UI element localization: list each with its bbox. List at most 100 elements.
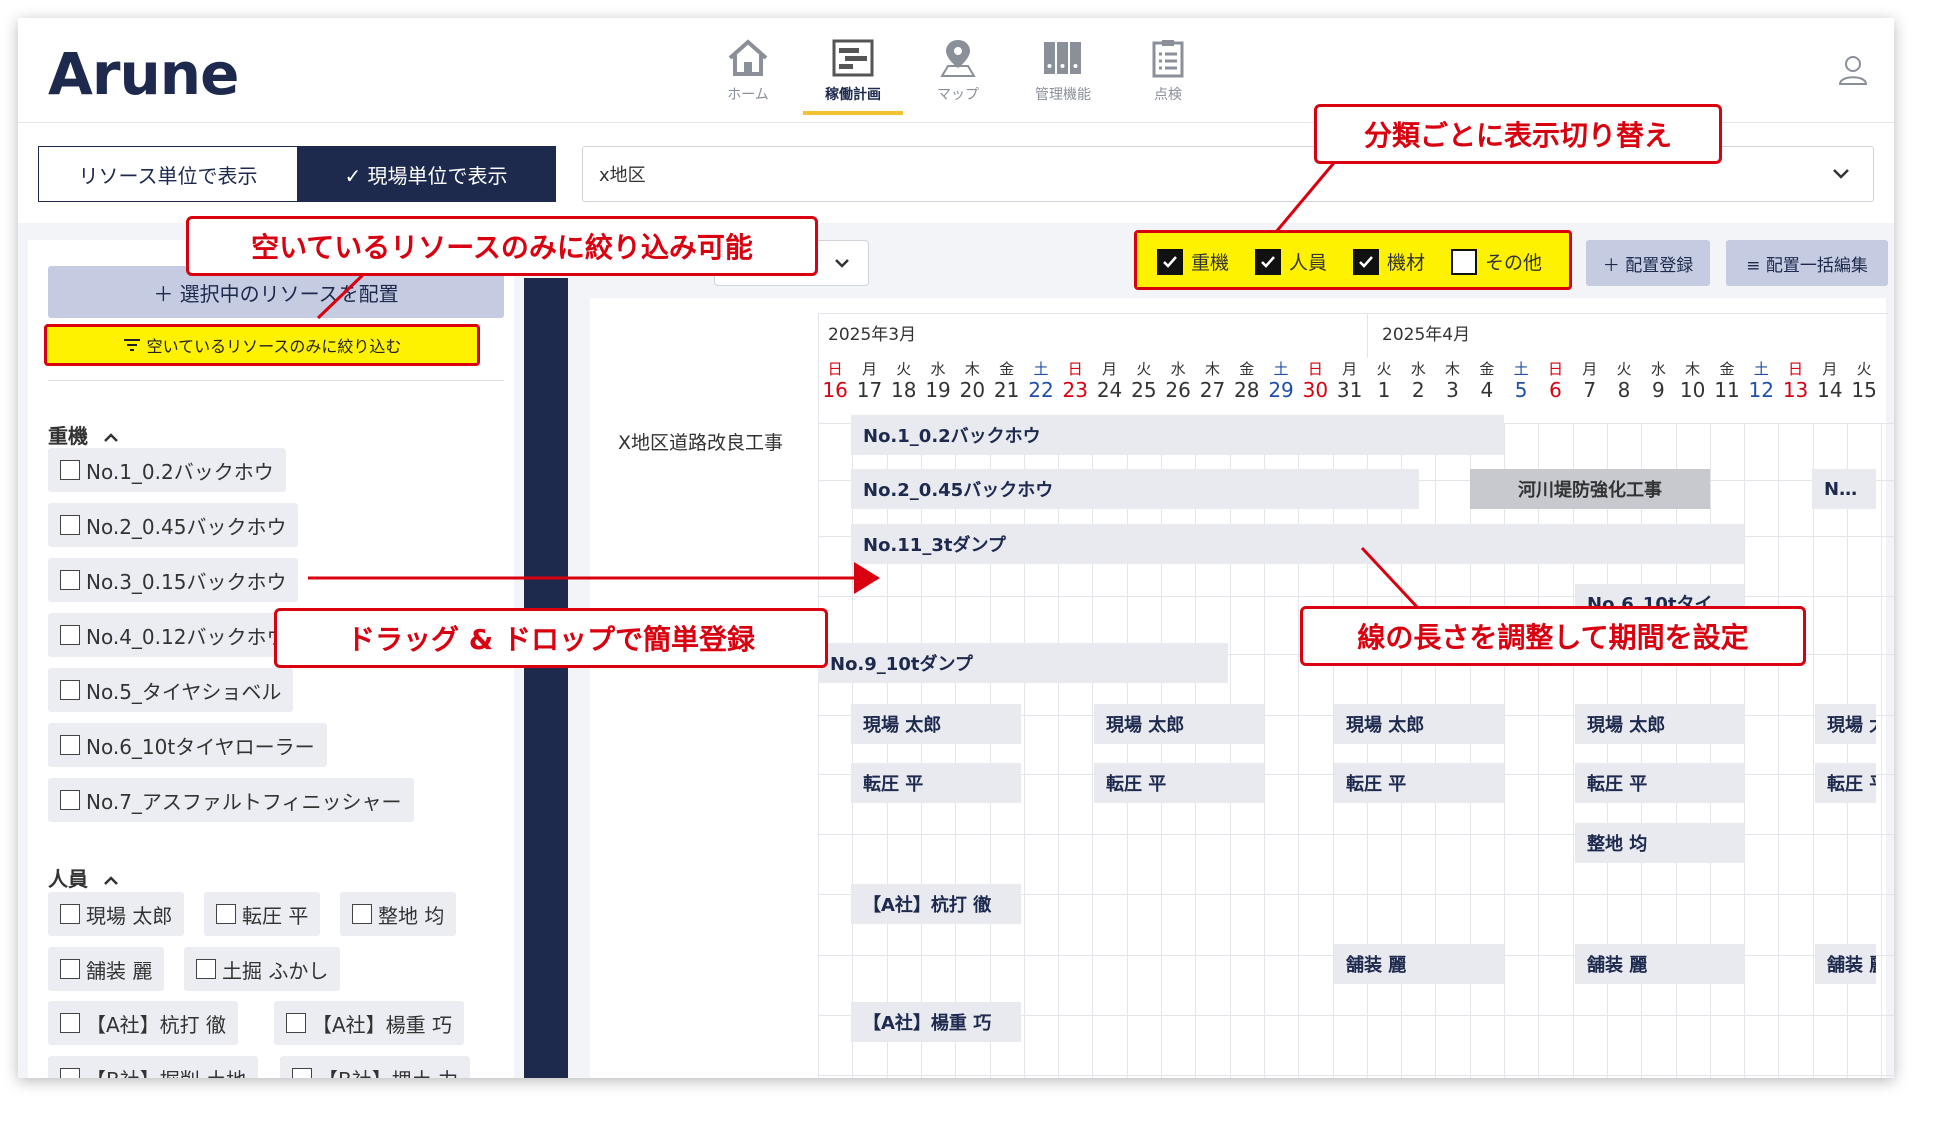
checkbox[interactable] — [60, 680, 80, 700]
day-header: 木3 — [1435, 358, 1469, 402]
person-item[interactable]: 【B社】掘削 土地 — [48, 1056, 259, 1078]
assignment-bar[interactable]: 整地 均 — [1575, 823, 1745, 863]
filter-available-button[interactable]: 空いているリソースのみに絞り込む — [44, 324, 480, 366]
nav-map[interactable]: マップ — [908, 38, 1008, 123]
nav-home[interactable]: ホーム — [698, 38, 798, 123]
day-header: 水 19 — [921, 358, 955, 402]
checkbox[interactable] — [60, 904, 80, 924]
checkbox[interactable] — [60, 1013, 80, 1033]
assignment-bar[interactable]: 転圧 平 — [1094, 763, 1264, 803]
filter-equipment[interactable]: 機材 — [1353, 248, 1425, 275]
checkbox[interactable] — [60, 1068, 80, 1078]
panel-scroll-divider[interactable] — [524, 278, 568, 1078]
checkbox[interactable] — [286, 1013, 306, 1033]
weekday-label: 金 — [1719, 360, 1735, 378]
person-item[interactable]: 現場 太郎 — [48, 892, 185, 936]
people-section-header[interactable]: 人員 — [48, 863, 119, 892]
assignment-bar[interactable]: 転圧 平 — [1334, 763, 1504, 803]
assignment-bar[interactable]: 【A社】楊重 巧 — [851, 1002, 1021, 1042]
nav-management[interactable]: 管理機能 — [1013, 38, 1113, 123]
date-number: 15 — [1851, 378, 1877, 402]
person-item[interactable]: 整地 均 — [340, 892, 457, 936]
date-number: 5 — [1514, 378, 1528, 402]
heavy-item[interactable]: No.2_0.45バックホウ — [48, 503, 299, 547]
checkbox[interactable] — [352, 904, 372, 924]
checkbox[interactable] — [60, 790, 80, 810]
assignment-bar[interactable]: 舗装 麗 — [1334, 944, 1504, 984]
person-item[interactable]: 【A社】楊重 巧 — [274, 1001, 465, 1045]
heavy-item[interactable]: No.7_アスファルトフィニッシャー — [48, 778, 414, 822]
filter-heavy[interactable]: 重機 — [1157, 248, 1229, 275]
weekday-label: 火 — [1376, 360, 1392, 378]
assignment-bar[interactable]: 舗装 麗 — [1815, 944, 1876, 984]
checkbox[interactable] — [60, 460, 80, 480]
register-assignment-button[interactable]: ＋ 配置登録 — [1586, 240, 1710, 286]
assignment-bar[interactable]: 現場 太 — [1815, 704, 1876, 744]
checkbox[interactable] — [60, 959, 80, 979]
assignment-bar[interactable]: 転圧 平 — [1575, 763, 1745, 803]
app-logo: Arune — [48, 40, 239, 108]
other-site-bar[interactable]: 河川堤防強化工事 — [1470, 469, 1710, 509]
person-item[interactable]: 転圧 平 — [204, 892, 321, 936]
app-window: Arune ホーム 稼働計画 マップ 管理機能 点検 リソース単位で表示 ✓ 現… — [18, 18, 1894, 1078]
assignment-bar[interactable]: N… — [1812, 469, 1876, 509]
weekday-label: 土 — [1033, 360, 1049, 378]
nav-inspection[interactable]: 点検 — [1118, 38, 1218, 123]
checkbox[interactable] — [60, 625, 80, 645]
assignment-bar[interactable]: 現場 太郎 — [1334, 704, 1504, 744]
assignment-bar[interactable]: 現場 太郎 — [851, 704, 1021, 744]
filter-people[interactable]: 人員 — [1255, 248, 1327, 275]
person-item[interactable]: 舗装 麗 — [48, 947, 165, 991]
day-header: 日 30 — [1298, 358, 1332, 402]
heavy-item[interactable]: No.6_10tタイヤローラー — [48, 723, 327, 767]
day-header: 木 27 — [1195, 358, 1229, 402]
checkbox[interactable] — [60, 735, 80, 755]
checkbox[interactable] — [196, 959, 216, 979]
checkbox[interactable] — [60, 570, 80, 590]
assignment-bar[interactable]: No.1_0.2バックホウ — [851, 415, 1504, 455]
bulk-edit-button[interactable]: ≡ 配置一括編集 — [1726, 240, 1888, 286]
assignment-bar[interactable]: No.11_3tダンプ — [851, 524, 1744, 564]
assignment-bar[interactable]: 転圧 平 — [851, 763, 1021, 803]
person-item[interactable]: 土掘 ふかし — [184, 947, 341, 991]
assignment-bar[interactable]: 転圧 平 — [1815, 763, 1876, 803]
day-header: 金 28 — [1230, 358, 1264, 402]
check-icon — [1255, 248, 1281, 275]
filter-other[interactable]: その他 — [1451, 248, 1542, 275]
date-number: 6 — [1549, 378, 1562, 402]
grid-column-line — [1023, 423, 1025, 1078]
date-number: 29 — [1268, 378, 1294, 402]
heavy-item[interactable]: No.3_0.15バックホウ — [48, 558, 299, 602]
heavy-section-header[interactable]: 重機 — [48, 420, 119, 449]
day-header: 日 23 — [1058, 358, 1092, 402]
grid-column-line — [1504, 423, 1505, 1078]
person-item[interactable]: 【A社】杭打 徹 — [48, 1001, 239, 1045]
heavy-item[interactable]: No.4_0.12バックホウ — [48, 613, 299, 657]
assignment-bar[interactable]: No.2_0.45バックホウ — [851, 469, 1419, 509]
grid-column-line — [1126, 423, 1128, 1078]
date-number: 14 — [1817, 378, 1843, 402]
date-number: 20 — [959, 378, 986, 402]
nav-planning[interactable]: 稼働計画 — [803, 38, 903, 123]
user-icon[interactable] — [1838, 54, 1868, 86]
day-header: 日 13 — [1778, 358, 1812, 402]
person-item[interactable]: 【B社】埋土 力 — [280, 1056, 471, 1078]
assignment-bar[interactable]: 現場 太郎 — [1094, 704, 1264, 744]
day-header: 水9 — [1641, 358, 1675, 402]
grid-column-line — [886, 423, 888, 1078]
weekday-label: 土 — [1513, 360, 1529, 378]
checkbox[interactable] — [292, 1068, 312, 1078]
checkbox[interactable] — [60, 515, 80, 535]
assignment-bar[interactable]: No.9_10tダンプ — [818, 643, 1228, 683]
assignment-bar[interactable]: 現場 太郎 — [1575, 704, 1745, 744]
map-pin-icon — [940, 40, 976, 77]
view-by-resource-button[interactable]: リソース単位で表示 — [39, 147, 297, 201]
assignment-bar[interactable]: 【A社】杭打 徹 — [851, 884, 1021, 924]
weekday-label: 火 — [896, 360, 912, 378]
heavy-item[interactable]: No.1_0.2バックホウ — [48, 448, 286, 492]
checkbox[interactable] — [216, 904, 236, 924]
heavy-item[interactable]: No.5_タイヤショベル — [48, 668, 294, 712]
view-by-site-button[interactable]: ✓ 現場単位で表示 — [297, 147, 555, 201]
weekday-label: 土 — [1273, 360, 1289, 378]
assignment-bar[interactable]: 舗装 麗 — [1575, 944, 1745, 984]
